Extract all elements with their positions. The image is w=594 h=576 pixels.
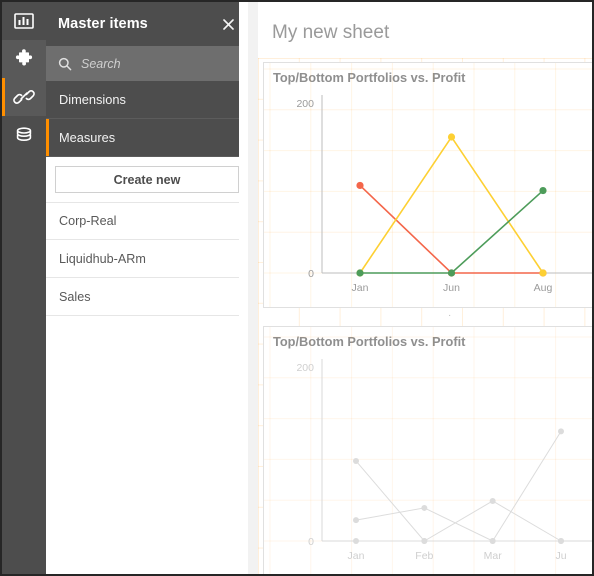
tab-dimensions[interactable]: Dimensions [46, 81, 248, 119]
chart-object-1[interactable]: Top/Bottom Portfolios vs. Profit 0 200 Jan… [263, 62, 592, 308]
rail-button-charts[interactable] [2, 2, 46, 40]
master-items-panel: Master items Dimen [46, 2, 248, 574]
line-chart-2[interactable]: 0 200 Jan Feb Mar Ju [264, 327, 592, 574]
panel-header: Master items [46, 2, 248, 46]
svg-text:Ju: Ju [555, 550, 566, 562]
sheet-canvas: My new sheet Top/Bottom Portfolios vs. P… [258, 2, 592, 574]
create-new-container: Create new [46, 157, 248, 202]
svg-text:Aug: Aug [534, 282, 553, 294]
panel-scrollbar[interactable] [239, 2, 248, 574]
list-item-label: Liquidhub-ARm [59, 251, 146, 266]
create-new-button[interactable]: Create new [55, 166, 239, 193]
list-item[interactable]: Liquidhub-ARm [46, 240, 248, 278]
svg-text:Feb: Feb [415, 550, 433, 562]
list-item[interactable]: Sales [46, 278, 248, 316]
master-items-list: Corp-Real Liquidhub-ARm Sales [46, 202, 248, 316]
left-icon-rail [2, 2, 46, 574]
tab-active-indicator [46, 119, 49, 156]
rail-button-master-items[interactable] [2, 78, 46, 116]
page-title: My new sheet [272, 22, 390, 43]
close-icon[interactable] [218, 14, 238, 34]
list-item-label: Corp-Real [59, 214, 117, 228]
rail-button-custom-objects[interactable] [2, 40, 46, 78]
svg-text:Mar: Mar [484, 550, 503, 562]
rail-button-fields[interactable] [2, 116, 46, 154]
search-input[interactable] [81, 56, 221, 71]
puzzle-icon [14, 49, 34, 69]
list-item-label: Sales [59, 289, 91, 304]
link-icon [13, 87, 35, 107]
svg-text:0: 0 [308, 268, 314, 280]
list-item[interactable]: Corp-Real [46, 202, 248, 240]
resize-handle[interactable]: · [448, 311, 451, 321]
tab-measures[interactable]: Measures [46, 119, 248, 157]
tab-measures-label: Measures [59, 130, 116, 145]
tab-dimensions-label: Dimensions [59, 92, 126, 107]
svg-text:Jun: Jun [443, 282, 460, 294]
database-icon [14, 125, 34, 145]
svg-text:200: 200 [296, 362, 314, 374]
sheet-area: My new sheet Top/Bottom Portfolios vs. P… [248, 2, 592, 574]
svg-text:0: 0 [308, 536, 314, 548]
svg-text:200: 200 [296, 98, 314, 110]
search-icon [58, 57, 72, 71]
chart-icon [14, 12, 34, 30]
svg-text:Jan: Jan [348, 550, 365, 562]
search-bar[interactable] [46, 46, 248, 81]
line-chart-1[interactable]: 0 200 Jan Jun Aug [264, 63, 592, 307]
qlik-sense-window: Master items Dimen [0, 0, 594, 576]
panel-title: Master items [58, 16, 148, 32]
svg-text:Jan: Jan [352, 282, 369, 294]
rail-active-indicator [2, 78, 5, 116]
chart-object-2[interactable]: Top/Bottom Portfolios vs. Profit 0 200 Jan… [263, 326, 592, 574]
